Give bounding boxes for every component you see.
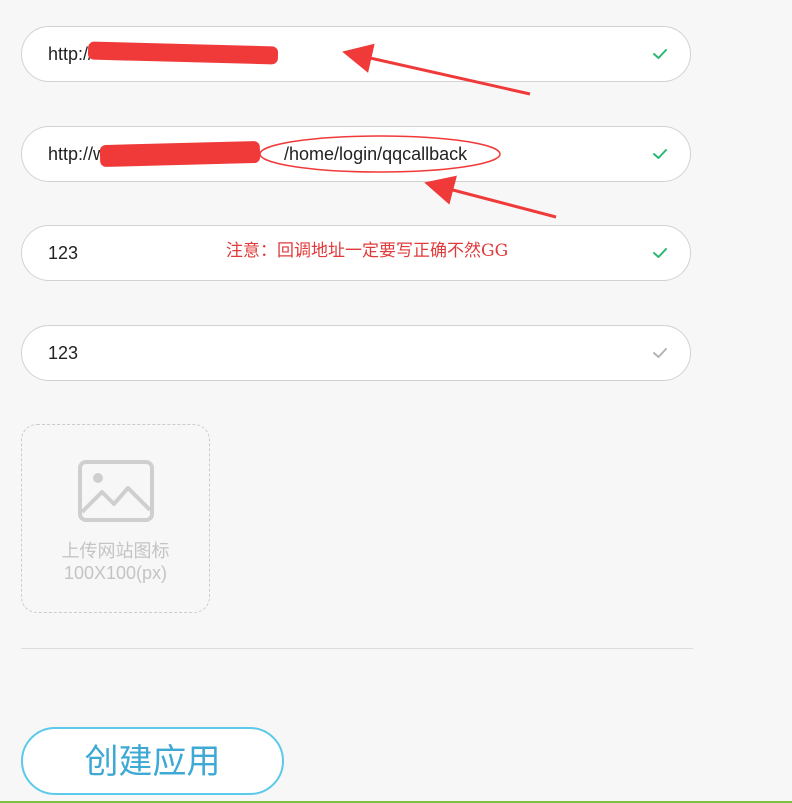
image-icon [78, 460, 154, 522]
create-app-button[interactable]: 创建应用 [21, 727, 284, 795]
check-icon [653, 149, 667, 159]
upload-title: 上传网站图标 [61, 541, 170, 562]
field-value-suffix: /home/login/qqcallback [284, 144, 468, 164]
annotation-overlay [259, 43, 557, 219]
check-icon [653, 248, 667, 258]
annotation-arrow [424, 175, 557, 219]
app-description-field[interactable]: 123 [21, 325, 691, 381]
upload-size-hint: 100X100(px) [63, 563, 168, 583]
check-icon [653, 49, 667, 59]
field-value: 123 [48, 243, 79, 263]
redaction-mark [99, 140, 261, 168]
check-icon [653, 348, 667, 358]
divider [21, 648, 693, 649]
field-value-prefix: http://w [48, 144, 107, 164]
field-value: http:// [48, 44, 94, 64]
field-value: 123 [48, 343, 79, 363]
annotation-note: 注意：回调地址一定要写正确不然GG [226, 241, 509, 261]
upload-icon-box[interactable]: 上传网站图标 100X100(px) [21, 424, 210, 613]
